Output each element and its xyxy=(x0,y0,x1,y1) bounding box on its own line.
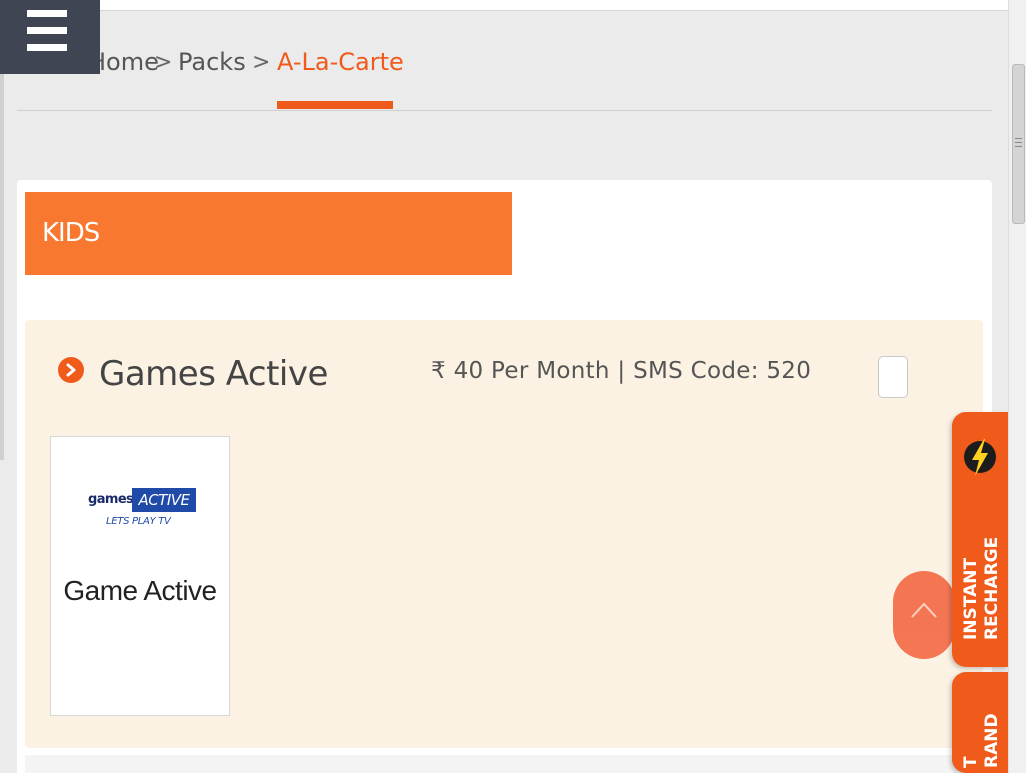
pack-name: Games Active xyxy=(99,354,328,394)
scrollbar-grip xyxy=(1015,138,1022,139)
top-strip xyxy=(0,0,1008,11)
pack-item: Games Active ₹ 40 Per Month | SMS Code: … xyxy=(25,320,983,748)
channel-tile[interactable]: games ACTIVE LETS PLAY TV Game Active xyxy=(50,436,230,716)
hamburger-menu-button[interactable] xyxy=(0,0,100,74)
channel-name: Game Active xyxy=(63,575,217,606)
instant-recharge-label: INSTANT RECHARGE xyxy=(961,536,1002,640)
scrollbar-grip xyxy=(1015,146,1022,147)
breadcrumb-packs-link[interactable]: Packs xyxy=(178,48,246,76)
category-title: KIDS xyxy=(42,218,100,248)
rupee-icon: ₹ xyxy=(431,358,446,384)
breadcrumb: Home > Packs > A-La-Carte xyxy=(0,44,1008,84)
breadcrumb-separator: > xyxy=(154,50,173,75)
hamburger-icon xyxy=(27,44,67,51)
logo-tagline: LETS PLAY TV xyxy=(106,516,171,527)
breadcrumb-separator: > xyxy=(252,50,271,75)
packs-card: KIDS Games Active ₹ 40 Per Month | SMS C… xyxy=(17,180,992,773)
logo-text-active: ACTIVE xyxy=(132,488,196,512)
breadcrumb-divider xyxy=(17,110,992,111)
pack-select-checkbox[interactable] xyxy=(878,356,908,398)
hamburger-icon xyxy=(27,27,67,34)
next-pack-item xyxy=(25,755,983,773)
page-viewport: Home > Packs > A-La-Carte KIDS Games Act… xyxy=(0,0,1008,773)
instant-recharge-tab[interactable]: INSTANT RECHARGE xyxy=(952,412,1008,667)
breadcrumb-current: A-La-Carte xyxy=(277,48,404,76)
logo-text-games: games xyxy=(88,492,134,507)
lightning-bolt-icon xyxy=(964,439,996,476)
second-side-tab-label: T RAND xyxy=(961,713,1002,768)
scrollbar-grip xyxy=(1015,142,1022,143)
scroll-to-top-button[interactable] xyxy=(893,571,955,659)
chevron-right-circle-icon xyxy=(58,357,84,383)
channel-logo: games ACTIVE LETS PLAY TV xyxy=(88,486,198,536)
breadcrumb-active-underline xyxy=(277,101,393,109)
chevron-up-icon xyxy=(911,602,937,618)
scrollbar-thumb[interactable] xyxy=(1012,64,1025,224)
pack-price: ₹ 40 Per Month | SMS Code: 520 xyxy=(431,358,811,384)
category-header: KIDS xyxy=(25,192,512,275)
hamburger-icon xyxy=(27,10,67,17)
vertical-scrollbar[interactable] xyxy=(1008,0,1026,773)
pack-price-text: 40 Per Month | SMS Code: 520 xyxy=(453,358,812,384)
second-side-tab[interactable]: T RAND xyxy=(952,672,1008,773)
